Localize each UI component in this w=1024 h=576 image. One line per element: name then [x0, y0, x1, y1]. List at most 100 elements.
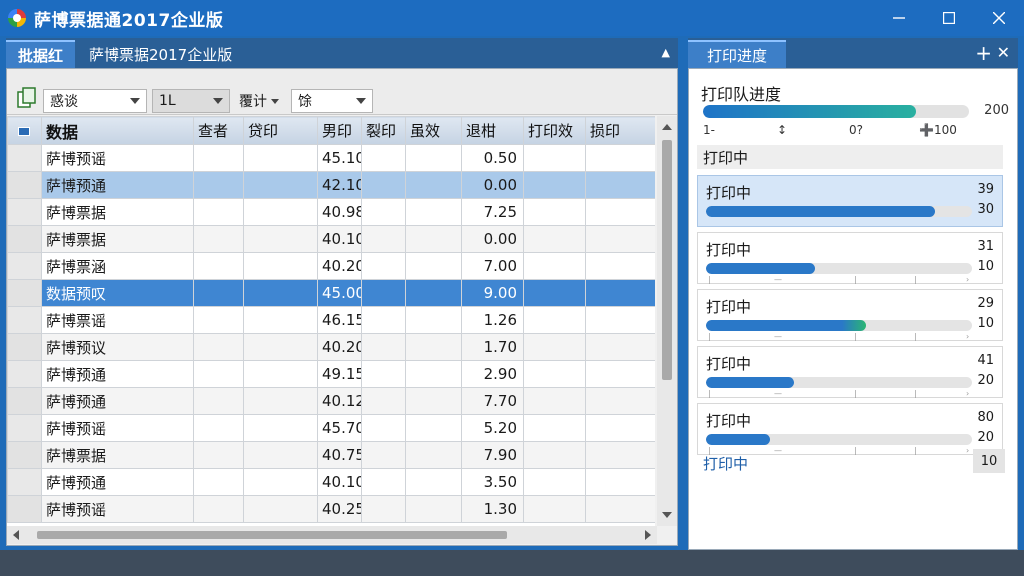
table-cell[interactable]: 49.15: [317, 360, 362, 388]
table-cell[interactable]: [361, 441, 406, 469]
table-row[interactable]: 萨博预议 40.20 1.70: [7, 333, 655, 361]
table-cell[interactable]: [361, 414, 406, 442]
table-cell[interactable]: [523, 360, 586, 388]
table-cell[interactable]: [361, 468, 406, 496]
table-cell[interactable]: [405, 252, 462, 280]
table-cell[interactable]: 45.70: [317, 414, 362, 442]
table-cell[interactable]: 0.50: [461, 144, 524, 172]
print-job-item[interactable]: 打印中 31 10 | — | | ›: [697, 232, 1003, 284]
size-combo[interactable]: 1L: [152, 89, 230, 113]
table-cell[interactable]: [361, 333, 406, 361]
table-cell[interactable]: 萨博票据: [41, 441, 194, 469]
row-selector[interactable]: [7, 333, 42, 361]
table-cell[interactable]: [243, 252, 318, 280]
table-cell[interactable]: [405, 171, 462, 199]
select-all-header[interactable]: [7, 116, 42, 145]
vertical-scroll-thumb[interactable]: [662, 140, 672, 380]
table-cell[interactable]: 1.70: [461, 333, 524, 361]
table-row[interactable]: 萨博预通 49.15 2.90: [7, 360, 655, 388]
count-menu[interactable]: 覆计: [239, 89, 279, 113]
table-cell[interactable]: [523, 306, 586, 334]
table-cell[interactable]: [585, 333, 655, 361]
table-cell[interactable]: [585, 306, 655, 334]
print-job-item[interactable]: 打印中 41 20 | — | | ›: [697, 346, 1003, 398]
row-selector[interactable]: [7, 144, 42, 172]
table-cell[interactable]: 1.30: [461, 495, 524, 523]
table-cell[interactable]: [523, 225, 586, 253]
column-header[interactable]: 退柑: [461, 116, 524, 145]
table-cell[interactable]: 萨博票谣: [41, 306, 194, 334]
table-cell[interactable]: [361, 279, 406, 307]
column-header[interactable]: 损印: [585, 116, 655, 145]
table-cell[interactable]: 萨博票涵: [41, 252, 194, 280]
table-cell[interactable]: [523, 144, 586, 172]
table-cell[interactable]: [405, 360, 462, 388]
row-selector[interactable]: [7, 306, 42, 334]
table-cell[interactable]: [361, 387, 406, 415]
table-cell[interactable]: 0.00: [461, 171, 524, 199]
table-cell[interactable]: [523, 495, 586, 523]
print-job-item[interactable]: 打印中 80 20 | — | | ›: [697, 403, 1003, 455]
close-panel-icon[interactable]: ✕: [997, 43, 1010, 62]
table-cell[interactable]: [243, 468, 318, 496]
table-cell[interactable]: [243, 495, 318, 523]
tab-active-document[interactable]: 批据红: [6, 40, 76, 68]
vertical-scrollbar[interactable]: [657, 116, 677, 526]
table-cell[interactable]: [523, 279, 586, 307]
row-selector[interactable]: [7, 495, 42, 523]
row-selector[interactable]: [7, 441, 42, 469]
table-cell[interactable]: [361, 144, 406, 172]
table-cell[interactable]: [243, 144, 318, 172]
table-cell[interactable]: [193, 333, 244, 361]
table-cell[interactable]: 46.15: [317, 306, 362, 334]
table-cell[interactable]: [193, 306, 244, 334]
table-cell[interactable]: [585, 360, 655, 388]
row-selector[interactable]: [7, 360, 42, 388]
table-cell[interactable]: 40.10: [317, 468, 362, 496]
add-icon[interactable]: +: [975, 41, 992, 65]
table-row[interactable]: 萨博票据 40.75 7.90: [7, 441, 655, 469]
table-cell[interactable]: 数据预叹: [41, 279, 194, 307]
table-cell[interactable]: [585, 414, 655, 442]
data-grid[interactable]: 数据 查者 贷印 男印 裂印 虽效 退柑 打印效 损印 萨博预谣 45.10 0.50 萨博预通 42.…: [7, 116, 655, 526]
scroll-up-icon[interactable]: [662, 124, 672, 130]
document-copy-icon[interactable]: [17, 87, 37, 109]
table-cell[interactable]: [585, 252, 655, 280]
table-cell[interactable]: [585, 279, 655, 307]
row-selector[interactable]: [7, 414, 42, 442]
table-cell[interactable]: [585, 144, 655, 172]
column-header[interactable]: 数据: [41, 116, 194, 145]
table-cell[interactable]: [243, 387, 318, 415]
table-cell[interactable]: [405, 306, 462, 334]
table-cell[interactable]: [523, 198, 586, 226]
table-cell[interactable]: [193, 252, 244, 280]
tab-document[interactable]: 萨博票据2017企业版: [75, 40, 246, 68]
table-row[interactable]: 萨博预谣 45.10 0.50: [7, 144, 655, 172]
horizontal-scroll-thumb[interactable]: [37, 531, 507, 539]
table-cell[interactable]: [193, 495, 244, 523]
table-cell[interactable]: 40.20: [317, 333, 362, 361]
row-selector[interactable]: [7, 225, 42, 253]
column-header[interactable]: 男印: [317, 116, 362, 145]
table-cell[interactable]: [243, 441, 318, 469]
table-cell[interactable]: [585, 387, 655, 415]
table-cell[interactable]: [585, 441, 655, 469]
table-cell[interactable]: [585, 171, 655, 199]
tab-print-progress[interactable]: 打印进度: [688, 40, 786, 68]
table-cell[interactable]: [361, 171, 406, 199]
table-row[interactable]: 萨博票谣 46.15 1.26: [7, 306, 655, 334]
column-header[interactable]: 查者: [193, 116, 244, 145]
table-cell[interactable]: 40.10: [317, 225, 362, 253]
table-cell[interactable]: 萨博预谣: [41, 144, 194, 172]
close-button[interactable]: [974, 0, 1024, 36]
table-cell[interactable]: 45.10: [317, 144, 362, 172]
row-selector[interactable]: [7, 171, 42, 199]
table-row[interactable]: 萨博预通 40.12 7.70: [7, 387, 655, 415]
table-cell[interactable]: [243, 198, 318, 226]
table-cell[interactable]: [193, 279, 244, 307]
filter-combo[interactable]: 惑谈: [43, 89, 147, 113]
horizontal-scrollbar[interactable]: [7, 526, 657, 544]
table-cell[interactable]: 0.00: [461, 225, 524, 253]
table-cell[interactable]: [405, 414, 462, 442]
table-cell[interactable]: 40.20: [317, 252, 362, 280]
